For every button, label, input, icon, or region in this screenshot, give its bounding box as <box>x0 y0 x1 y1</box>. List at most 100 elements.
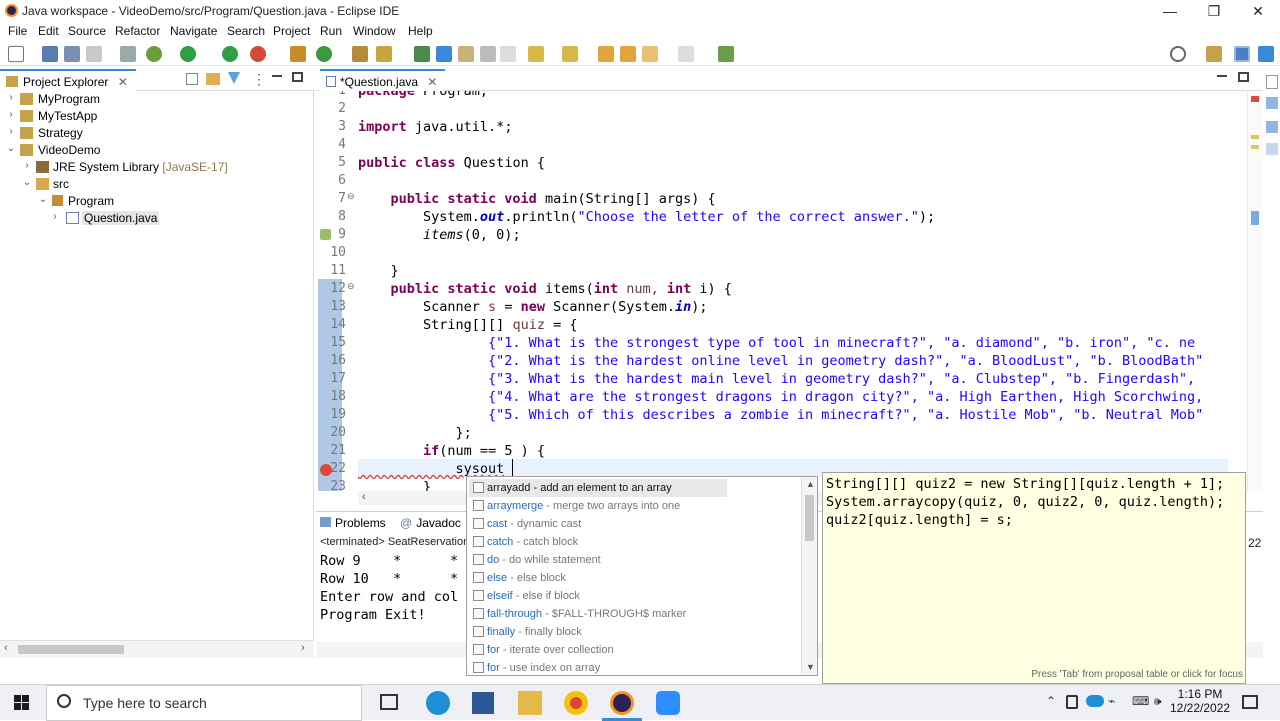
debug-icon[interactable] <box>146 46 162 62</box>
collapse-icon[interactable]: ⌄ <box>38 194 48 205</box>
task-view-icon[interactable] <box>380 694 398 710</box>
explorer-horizontal-scrollbar[interactable]: ‹ › <box>0 640 314 658</box>
open-type-icon[interactable] <box>352 46 368 62</box>
tab-javadoc[interactable]: @ Javadoc <box>400 516 461 530</box>
eclipse-taskbar-icon[interactable] <box>610 691 634 715</box>
proposal-item[interactable]: elseif - else if block <box>469 587 799 605</box>
tree-item-question-java[interactable]: › Question.java <box>0 210 314 227</box>
show-whitespace-icon[interactable] <box>500 46 516 62</box>
proposal-item[interactable]: for - use index on array <box>469 659 799 675</box>
tree-item-jre-library[interactable]: › JRE System Library [JavaSE-17] <box>0 159 314 176</box>
chrome-icon[interactable] <box>564 691 588 715</box>
proposal-item[interactable]: else - else block <box>469 569 799 587</box>
debug-perspective-icon[interactable] <box>1258 46 1274 62</box>
editor-text-area[interactable]: 1 2 3 4 5 6 7 8 9 10 11 12 13 14 15 16 1… <box>316 91 1263 491</box>
skip-breakpoints-icon[interactable] <box>120 46 136 62</box>
tree-item-mytestapp[interactable]: › MyTestApp <box>0 108 314 125</box>
zoom-icon[interactable] <box>656 691 680 715</box>
proposal-item[interactable]: for - iterate over collection <box>469 641 799 659</box>
save-all-icon[interactable] <box>64 46 80 62</box>
show-hidden-icons-icon[interactable]: ⌃ <box>1046 694 1056 708</box>
last-edit-icon[interactable] <box>598 46 614 62</box>
minimize-editor-icon[interactable] <box>1217 75 1227 77</box>
back-icon[interactable] <box>642 46 658 62</box>
tab-problems[interactable]: Problems <box>320 516 386 530</box>
proposal-item[interactable]: arraymerge - merge two arrays into one <box>469 497 799 515</box>
word-icon[interactable] <box>472 692 494 714</box>
pin-editor-icon[interactable] <box>718 46 734 62</box>
scroll-down-icon[interactable]: ▼ <box>806 662 815 672</box>
taskbar-search-box[interactable]: Type here to search <box>46 685 362 721</box>
link-editor-icon[interactable] <box>206 73 220 85</box>
open-perspective-icon[interactable] <box>1206 46 1222 62</box>
proposal-item[interactable]: do - do while statement <box>469 551 799 569</box>
menu-project[interactable]: Project <box>273 24 310 38</box>
network-icon[interactable]: ⌁ <box>1108 694 1115 708</box>
previous-edit-icon[interactable] <box>562 46 578 62</box>
tree-item-src[interactable]: ⌄ src <box>0 176 314 193</box>
new-java-project-icon[interactable] <box>290 46 306 62</box>
proposal-item[interactable]: fall-through - $FALL-THROUGH$ marker <box>469 605 799 623</box>
clock[interactable]: 1:16 PM 12/22/2022 <box>1170 687 1230 715</box>
search-toolbar-icon[interactable] <box>376 46 392 62</box>
tree-item-videodemo[interactable]: ⌄ VideoDemo <box>0 142 314 159</box>
proposal-item[interactable]: finally - finally block <box>469 623 799 641</box>
toggle-block-selection-icon[interactable] <box>458 46 474 62</box>
fold-icon[interactable]: ⊖ <box>347 191 355 202</box>
scrollbar-thumb[interactable] <box>18 645 124 654</box>
save-icon[interactable] <box>42 46 58 62</box>
expand-icon[interactable]: › <box>6 126 16 137</box>
edge-icon[interactable] <box>426 691 450 715</box>
menu-source[interactable]: Source <box>68 24 106 38</box>
keyboard-icon[interactable]: ⌨ <box>1132 694 1149 708</box>
collapse-icon[interactable]: ⌄ <box>6 143 16 154</box>
menu-help[interactable]: Help <box>408 24 433 38</box>
expand-icon[interactable]: › <box>6 92 16 103</box>
occurrence-indicator[interactable] <box>1251 211 1259 225</box>
project-explorer-tab[interactable]: Project Explorer ✕ <box>0 69 136 91</box>
volume-icon[interactable]: 🕪 <box>1154 694 1162 709</box>
menu-edit[interactable]: Edit <box>38 24 59 38</box>
next-edit-icon[interactable] <box>528 46 544 62</box>
menu-run[interactable]: Run <box>320 24 342 38</box>
tab-question-java[interactable]: *Question.java ✕ <box>320 69 446 91</box>
task-list-icon[interactable] <box>1266 121 1278 133</box>
forward-icon[interactable] <box>678 46 694 62</box>
scrollbar-thumb[interactable] <box>805 495 814 541</box>
new-icon[interactable] <box>8 46 24 62</box>
warning-indicator[interactable] <box>1251 145 1259 149</box>
expand-icon[interactable]: › <box>50 211 60 222</box>
proposal-item[interactable]: arrayadd - add an element to an array <box>469 479 727 497</box>
view-menu-icon[interactable]: ⋮ <box>252 71 266 88</box>
menu-refactor[interactable]: Refactor <box>115 24 160 38</box>
collapse-icon[interactable]: ⌄ <box>22 177 32 188</box>
menu-navigate[interactable]: Navigate <box>170 24 217 38</box>
menu-search[interactable]: Search <box>227 24 265 38</box>
tree-item-program-package[interactable]: ⌄ Program <box>0 193 314 210</box>
error-marker-icon[interactable] <box>320 464 332 476</box>
outline-icon[interactable] <box>1266 97 1278 109</box>
next-annotation-icon[interactable] <box>414 46 430 62</box>
expand-icon[interactable]: › <box>6 109 16 120</box>
content-assist-proposals[interactable]: arrayadd - add an element to an array ar… <box>466 476 818 676</box>
run-icon[interactable] <box>180 46 196 62</box>
warning-indicator[interactable] <box>1251 135 1259 139</box>
minimize-view-icon[interactable] <box>272 75 282 77</box>
filter-icon[interactable] <box>228 72 240 85</box>
new-class-icon[interactable] <box>316 46 332 62</box>
hierarchy-icon[interactable] <box>1266 143 1278 155</box>
close-icon[interactable]: ✕ <box>427 75 437 89</box>
external-tools-icon[interactable] <box>250 46 266 62</box>
menu-window[interactable]: Window <box>353 24 396 38</box>
print-icon[interactable] <box>86 46 102 62</box>
windows-start-icon[interactable] <box>14 695 30 711</box>
error-indicator[interactable] <box>1251 96 1259 102</box>
onedrive-icon[interactable] <box>1086 695 1104 707</box>
fold-icon[interactable]: ⊖ <box>347 281 355 292</box>
proposal-item[interactable]: catch - catch block <box>469 533 799 551</box>
coverage-icon[interactable] <box>222 46 238 62</box>
tree-item-myprogram[interactable]: › MyProgram <box>0 91 314 108</box>
collapse-all-icon[interactable] <box>186 73 198 85</box>
tree-item-strategy[interactable]: › Strategy <box>0 125 314 142</box>
maximize-view-icon[interactable] <box>292 72 303 82</box>
